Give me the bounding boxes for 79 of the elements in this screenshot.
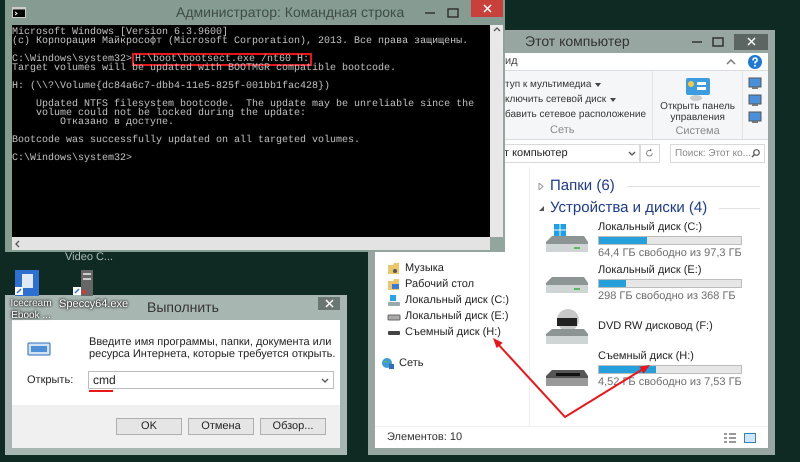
section-header[interactable]: Папки (6) [550, 174, 615, 198]
free-space-text: 298 ГБ свободно из 368 ГБ [598, 290, 737, 303]
console-line: (c) Корпорация Майкрософт (Microsoft Corporation), 2013. Все права защищены. [12, 37, 470, 46]
dialog-button[interactable]: OK [116, 418, 182, 435]
window-title: Выполнить [147, 298, 219, 317]
book-shortcut-icon[interactable] [15, 270, 39, 296]
control-panel-button[interactable]: Открыть панель управления [656, 101, 740, 123]
collapse-ribbon-icon[interactable] [726, 58, 736, 66]
drive-name[interactable]: Локальный диск (E:) [598, 264, 742, 277]
close-button[interactable] [471, 0, 503, 17]
console-line: C:\Windows\system32> [12, 154, 134, 163]
control-panel-icon[interactable] [684, 77, 711, 101]
dropdown-caret-icon[interactable] [595, 82, 602, 86]
console-line: volume could not be locked during the update: [35, 109, 308, 118]
collapsed-arrow-icon[interactable] [538, 182, 544, 190]
monitor-icon[interactable] [748, 94, 762, 107]
console-line: Bootcode was successfully updated on all targeted volumes. [12, 136, 362, 145]
status-text: Элементов: 10 [387, 430, 462, 446]
desktop-folder-icon [387, 278, 401, 290]
nav-item[interactable]: Локальный диск (C:) [405, 292, 510, 308]
nav-item[interactable]: Рабочий стол [405, 276, 474, 292]
help-icon[interactable] [748, 54, 762, 68]
ribbon-tab[interactable]: ид [505, 53, 518, 70]
removable-drive-icon [544, 368, 590, 388]
window-title: Этот компьютер [525, 32, 630, 51]
ribbon-command[interactable]: ключить сетевой диск [505, 92, 606, 107]
console-line: Microsoft Windows [Version 6.3.9600] [12, 28, 230, 37]
drive-name[interactable]: Съемный диск (H:) [598, 350, 742, 363]
nav-item[interactable]: Музыка [405, 260, 444, 276]
network-icon [381, 356, 395, 370]
chevron-down-icon[interactable] [628, 151, 636, 156]
ribbon-command[interactable]: туп к мультимедиа [505, 77, 592, 92]
group-label: Сеть [550, 123, 574, 138]
close-icon[interactable] [324, 299, 334, 308]
dialog-button[interactable]: Обзор... [260, 418, 326, 435]
close-icon[interactable] [482, 4, 492, 13]
close-button[interactable] [734, 34, 768, 50]
console-line: Отказано в доступе. [59, 118, 176, 127]
nav-item[interactable]: Съемный диск (H:) [405, 324, 501, 340]
console-line: Updated NTFS filesystem bootcode. The update may be unreliable since the [35, 100, 476, 109]
nav-item[interactable]: Сеть [399, 354, 424, 372]
free-space-text: 64,4 ГБ свободно из 97,3 ГБ [598, 247, 742, 260]
nav-item[interactable]: Локальный диск (E:) [405, 308, 508, 324]
chevron-down-icon[interactable] [321, 378, 329, 382]
drive-name[interactable]: Локальный диск (C:) [598, 221, 742, 234]
large-icons-view-icon[interactable] [744, 432, 756, 442]
dropdown-caret-icon[interactable] [610, 98, 616, 102]
scroll-up-icon[interactable] [492, 27, 500, 32]
section-header[interactable]: Устройства и диски (4) [550, 196, 708, 220]
scrollbar[interactable] [12, 237, 490, 250]
group-label: Система [675, 124, 720, 139]
windows-drive-icon [387, 294, 401, 306]
computer-icon[interactable] [748, 111, 762, 124]
window-title: Администратор: Командная строка [176, 3, 404, 22]
console-icon [12, 7, 26, 18]
close-icon[interactable] [746, 37, 756, 46]
search-icon[interactable] [751, 149, 760, 158]
run-icon [27, 342, 51, 356]
ribbon-command[interactable]: бавить сетевое расположение [505, 107, 646, 122]
search-field[interactable]: Поиск: Этот ко... [675, 146, 750, 161]
details-view-icon[interactable] [724, 432, 736, 442]
close-button[interactable] [318, 297, 340, 310]
music-folder-icon [387, 262, 401, 274]
maximize-button[interactable] [447, 8, 459, 18]
scroll-left-icon[interactable] [15, 240, 20, 248]
scrollbar[interactable] [490, 25, 503, 237]
field-label: Открыть: [27, 372, 74, 388]
console-prompt: C:\Windows\system32> [12, 55, 132, 64]
maximize-button[interactable] [712, 36, 724, 46]
dialog-button[interactable]: Отмена [188, 418, 254, 435]
dialog-description: Введите имя программы, папки, документа или ресурса Интернета, которые требуется открыть. [89, 336, 336, 360]
address-bar[interactable]: т компьютер [503, 144, 640, 163]
expanded-arrow-icon[interactable] [538, 204, 544, 212]
desktop-icon-label[interactable]: Video C... [65, 252, 114, 263]
dvd-drive-icon [544, 308, 590, 346]
drive-name[interactable]: DVD RW дисковод (F:) [598, 320, 713, 333]
search-box[interactable]: Поиск: Этот ко... [670, 144, 765, 163]
console-line: H: (\\?\Volume{dc84a6c7-dbb4-11e5-825f-001bb1fac428}) [12, 82, 332, 91]
refresh-button[interactable] [640, 144, 660, 163]
